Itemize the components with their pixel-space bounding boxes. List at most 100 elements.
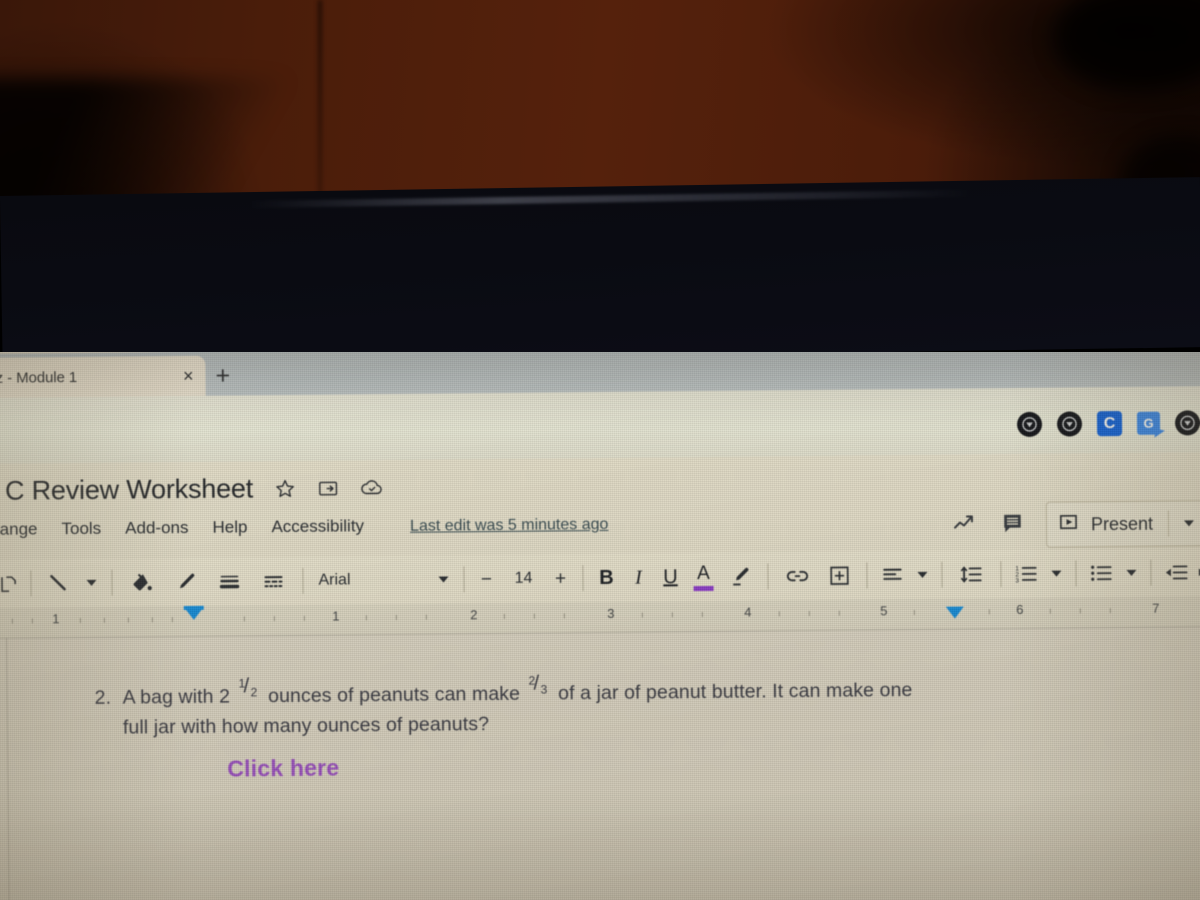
question-block: 2. A bag with 2 1 / 2 ounces of peanuts … (94, 671, 1105, 743)
menu-item-add-ons[interactable]: Add-ons (125, 518, 189, 539)
menu-item-tools[interactable]: Tools (61, 519, 101, 539)
ruler-number: 4 (744, 604, 752, 620)
menu-item-arrange[interactable]: Arrange (0, 519, 38, 540)
svg-text:3: 3 (1015, 577, 1019, 584)
font-size-increase-button[interactable]: + (545, 568, 575, 589)
browser-tab-title: aya Diaz - Module 1 (0, 368, 78, 387)
move-to-folder-icon[interactable] (318, 478, 339, 499)
toolbar-divider-2 (111, 569, 113, 596)
cloud-saved-icon[interactable] (361, 477, 384, 498)
fraction-denominator: 2 (250, 685, 258, 700)
laptop-photo: aya Diaz - Module 1 × + C G (0, 0, 1200, 900)
activity-dashboard-icon[interactable] (953, 512, 979, 539)
dark-object-upper-right (1055, 0, 1200, 90)
ruler-number: 1 (52, 611, 60, 627)
fraction-slash: / (533, 671, 540, 695)
right-indent-marker[interactable] (945, 606, 964, 619)
last-edit-link[interactable]: Last edit was 5 minutes ago (410, 516, 609, 536)
bulleted-list-icon[interactable] (1083, 549, 1119, 597)
text-color-label: A (697, 562, 710, 584)
italic-button[interactable]: I (622, 553, 654, 601)
toolbar-divider-11 (1150, 559, 1152, 586)
comment-icon[interactable] (1001, 511, 1024, 538)
ruler-number: 5 (880, 603, 888, 619)
toolbar-divider-8 (941, 561, 943, 588)
document-page[interactable]: 2. A bag with 2 1 / 2 ounces of peanuts … (0, 626, 1200, 900)
border-dash-icon[interactable] (251, 557, 295, 605)
present-divider (1167, 510, 1170, 537)
line-spacing-icon[interactable] (949, 550, 993, 598)
new-tab-button[interactable]: + (215, 362, 230, 390)
extension-dark-1-icon[interactable] (1016, 411, 1043, 438)
extension-dark-3-icon[interactable] (1174, 410, 1200, 436)
increase-indent-icon[interactable] (1194, 548, 1200, 596)
fraction-denominator: 3 (540, 682, 548, 697)
present-button[interactable]: Present (1045, 500, 1200, 548)
menu-item-help[interactable]: Help (212, 517, 247, 537)
shape-tool-icon[interactable] (0, 560, 24, 608)
fraction-slash: / (243, 674, 250, 698)
page-title[interactable]: ic C Review Worksheet (0, 473, 253, 507)
highlight-color-icon[interactable] (720, 552, 760, 600)
question-text-before: A bag with 2 (122, 685, 231, 709)
text-color-button[interactable]: A (686, 553, 720, 601)
font-family-value: Arial (318, 571, 351, 589)
wall-seam (318, 0, 322, 200)
border-weight-icon[interactable] (207, 557, 251, 605)
question-text-mid: ounces of peanuts can make (268, 682, 521, 708)
line-tool-dropdown-icon[interactable] (78, 559, 104, 607)
border-color-pencil-icon[interactable] (163, 558, 207, 606)
font-size-input[interactable]: 14 (501, 570, 545, 588)
chevron-down-icon[interactable] (1183, 520, 1195, 527)
align-dropdown-icon[interactable] (910, 551, 934, 599)
question-number: 2. (94, 686, 112, 709)
document-title-row: ic C Review Worksheet (0, 472, 384, 507)
extension-clever-icon[interactable]: C (1096, 410, 1123, 437)
left-indent-marker[interactable] (183, 606, 204, 621)
chevron-down-icon (438, 576, 449, 583)
toolbar-divider-5 (582, 565, 584, 592)
laptop-bezel (0, 177, 1200, 366)
present-button-label: Present (1090, 513, 1154, 534)
ruler-number: 1 (332, 608, 340, 624)
toolbar-divider-4 (463, 566, 465, 593)
question-text-after: of a jar of peanut butter. It can make o… (558, 679, 913, 705)
toolbar-divider-1 (30, 570, 32, 597)
extension-dark-2-icon[interactable] (1056, 411, 1083, 437)
insert-link-icon[interactable] (775, 552, 819, 600)
close-icon[interactable]: × (181, 366, 196, 386)
toolbar-divider-6 (767, 563, 769, 590)
bold-button[interactable]: B (590, 554, 622, 602)
text-color-swatch (693, 585, 714, 591)
header-actions: Present (953, 500, 1200, 548)
ruler-number: 2 (470, 607, 478, 623)
numbered-list-icon[interactable]: 123 (1008, 550, 1044, 598)
question-text-part-2: full jar with how many ounces of peanuts… (122, 713, 490, 739)
laptop-screen: aya Diaz - Module 1 × + C G (0, 352, 1200, 900)
browser-tab[interactable]: aya Diaz - Module 1 × (0, 355, 206, 399)
bulleted-list-dropdown-icon[interactable] (1119, 549, 1143, 597)
extension-translate-icon[interactable]: G (1136, 411, 1161, 435)
ruler-number: 3 (607, 605, 615, 621)
font-size-stepper[interactable]: − 14 + (471, 554, 575, 603)
menu-item-accessibility[interactable]: Accessibility (271, 516, 364, 537)
toolbar-divider-9 (1000, 561, 1002, 588)
browser-extensions-row: C G (1016, 410, 1200, 438)
decrease-indent-icon[interactable] (1158, 548, 1194, 596)
insert-image-icon[interactable] (819, 552, 859, 600)
page-left-edge (6, 637, 10, 900)
font-family-select[interactable]: Arial (310, 555, 456, 604)
line-tool-icon[interactable] (38, 559, 78, 607)
fraction-one-half: 1 / 2 (238, 674, 259, 703)
font-size-decrease-button[interactable]: − (471, 569, 501, 590)
align-icon[interactable] (874, 551, 910, 599)
star-icon[interactable] (275, 478, 296, 499)
present-play-icon (1059, 512, 1078, 536)
toolbar-divider-10 (1075, 560, 1077, 587)
numbered-list-dropdown-icon[interactable] (1044, 550, 1068, 598)
click-here-link[interactable]: Click here (227, 755, 339, 783)
fill-color-icon[interactable] (119, 558, 163, 606)
fraction-two-thirds: 2 / 3 (528, 671, 549, 700)
toolbar-divider-3 (302, 567, 304, 594)
underline-button[interactable]: U (654, 553, 686, 601)
